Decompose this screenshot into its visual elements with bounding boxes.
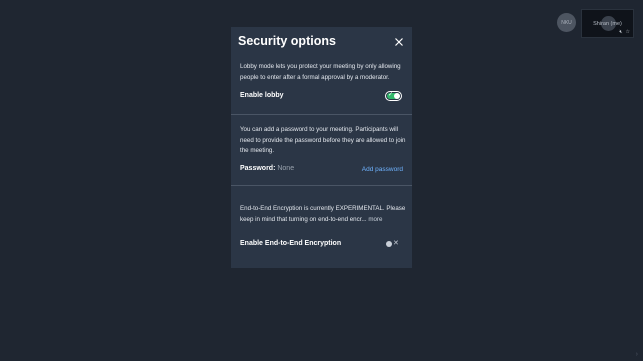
lobby-toggle-knob [394,93,400,99]
e2ee-toggle[interactable]: ✕ [386,240,400,248]
meeting-stage: NKU Shiran (me) 🔇︎ ☆ › Security options … [0,0,643,361]
mic-muted-icon: 🔇︎ [619,29,623,35]
password-row: Password: None [240,165,294,172]
x-icon: ✕ [393,240,399,247]
add-password-link[interactable]: Add password [362,166,403,173]
remote-participant-initials: NKU [561,19,572,26]
close-icon [395,38,403,46]
local-video-tile[interactable]: Shiran (me) 🔇︎ ☆ [581,9,634,38]
divider [231,185,412,186]
password-label: Password: [240,165,276,172]
corner-indicator-icon: › [635,351,638,358]
lobby-label: Enable lobby [240,92,284,99]
lobby-description: Lobby mode lets you protect your meeting… [240,63,401,81]
e2ee-more-link[interactable]: more [368,216,382,223]
tile-status-icons: 🔇︎ ☆ [619,30,630,35]
star-icon: ☆ [625,29,630,35]
e2ee-description: End-to-End Encryption is currently EXPER… [240,204,406,225]
password-description: You can add a password to your meeting. … [240,126,406,155]
security-options-dialog: Security options Lobby mode lets you pro… [231,27,412,268]
divider [231,114,412,115]
password-value: None [277,165,295,172]
local-participant-name: Shiran (me) [593,21,622,27]
close-button[interactable] [394,34,404,46]
lobby-toggle[interactable]: ✓ [385,91,402,101]
e2ee-label: Enable End-to-End Encryption [240,240,342,247]
remote-participant-avatar[interactable]: NKU [557,13,576,32]
dialog-title: Security options [238,34,336,48]
e2ee-toggle-knob [386,241,392,247]
check-icon: ✓ [388,92,394,98]
